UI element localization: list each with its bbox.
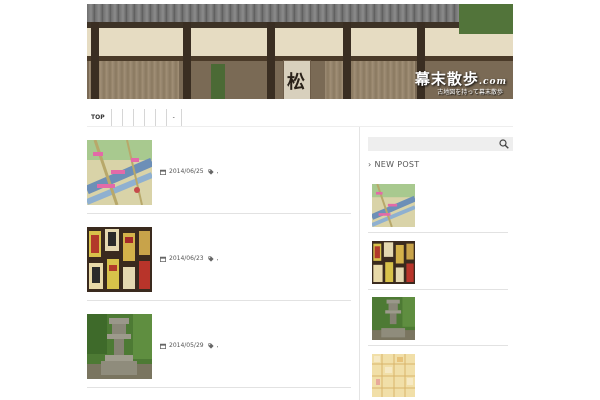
post-thumbnail-signboards[interactable] bbox=[87, 227, 152, 292]
search-box bbox=[368, 137, 513, 151]
site-title[interactable]: 幕末散歩.com bbox=[415, 68, 507, 89]
search-icon[interactable] bbox=[499, 139, 509, 149]
banner-post bbox=[91, 22, 99, 99]
site-title-suffix: .com bbox=[478, 77, 507, 87]
site-tagline: 古地図を持って幕末散歩 bbox=[437, 89, 503, 96]
nav-item-3[interactable] bbox=[123, 109, 134, 126]
sidebar-thumbnail-map[interactable] bbox=[372, 184, 415, 227]
calendar-icon bbox=[160, 169, 166, 175]
header-banner[interactable]: 松 幕末散歩.com 古地図を持って幕末散歩 bbox=[87, 4, 513, 99]
post-divider bbox=[87, 213, 351, 214]
post-tags[interactable]: , bbox=[217, 342, 219, 349]
post-date: 2014/05/29 bbox=[169, 342, 204, 349]
post-meta: 2014/05/29 , bbox=[160, 342, 219, 349]
banner-post bbox=[343, 22, 351, 99]
post-item[interactable]: 2014/06/23 , bbox=[87, 227, 351, 293]
post-thumbnail-stone-lantern[interactable] bbox=[87, 314, 152, 379]
sidebar-thumbnail-stone-lantern[interactable] bbox=[372, 297, 415, 340]
post-item[interactable]: 2014/06/25 , bbox=[87, 140, 351, 206]
site-title-text: 幕末散歩 bbox=[414, 70, 479, 88]
tag-icon bbox=[207, 255, 214, 262]
post-meta: 2014/06/25 , bbox=[160, 168, 219, 175]
banner-post bbox=[183, 22, 191, 99]
calendar-icon bbox=[160, 256, 166, 262]
nav-item-7[interactable]: - bbox=[167, 109, 182, 126]
calendar-icon bbox=[160, 343, 166, 349]
banner-wall bbox=[87, 28, 513, 58]
banner-plank bbox=[325, 61, 415, 99]
post-date: 2014/06/25 bbox=[169, 168, 204, 175]
post-divider bbox=[87, 300, 351, 301]
nav-item-top[interactable]: TOP bbox=[87, 109, 112, 126]
nav-item-6[interactable] bbox=[156, 109, 167, 126]
signboards-image bbox=[372, 241, 415, 284]
sidebar-divider bbox=[359, 127, 360, 400]
sidebar-item-divider bbox=[368, 345, 508, 346]
main-nav: TOP - bbox=[87, 109, 182, 126]
post-thumbnail-map[interactable] bbox=[87, 140, 152, 205]
post-tags[interactable]: , bbox=[217, 168, 219, 175]
banner-foliage bbox=[459, 4, 513, 34]
sidebar-thumbnail-signboards[interactable] bbox=[372, 241, 415, 284]
post-meta: 2014/06/23 , bbox=[160, 255, 219, 262]
banner-sign-glyph: 松 bbox=[287, 72, 305, 93]
signboards-image bbox=[87, 227, 152, 292]
nav-item-5[interactable] bbox=[145, 109, 156, 126]
nav-item-4[interactable] bbox=[134, 109, 145, 126]
tag-icon bbox=[207, 168, 214, 175]
nav-item-2[interactable] bbox=[112, 109, 123, 126]
post-divider bbox=[87, 387, 351, 388]
post-tags[interactable]: , bbox=[217, 255, 219, 262]
new-post-heading: › NEW POST bbox=[368, 160, 419, 169]
sidebar-thumbnail-old-map[interactable] bbox=[372, 354, 415, 397]
post-item[interactable]: 2014/05/29 , bbox=[87, 314, 351, 380]
banner-post bbox=[267, 22, 275, 99]
banner-foliage bbox=[211, 64, 225, 99]
chevron-right-icon: › bbox=[368, 160, 372, 169]
stone-lantern-image bbox=[372, 297, 415, 340]
stone-lantern-image bbox=[87, 314, 152, 379]
old-map-image bbox=[372, 354, 415, 397]
sidebar-item-divider bbox=[368, 289, 508, 290]
post-date: 2014/06/23 bbox=[169, 255, 204, 262]
nav-divider bbox=[87, 126, 513, 127]
map-image bbox=[372, 184, 415, 227]
search-input[interactable] bbox=[368, 137, 493, 151]
new-post-heading-label: NEW POST bbox=[374, 160, 420, 169]
banner-plank bbox=[89, 61, 179, 99]
map-image bbox=[87, 140, 152, 205]
tag-icon bbox=[207, 342, 214, 349]
sidebar-item-divider bbox=[368, 232, 508, 233]
